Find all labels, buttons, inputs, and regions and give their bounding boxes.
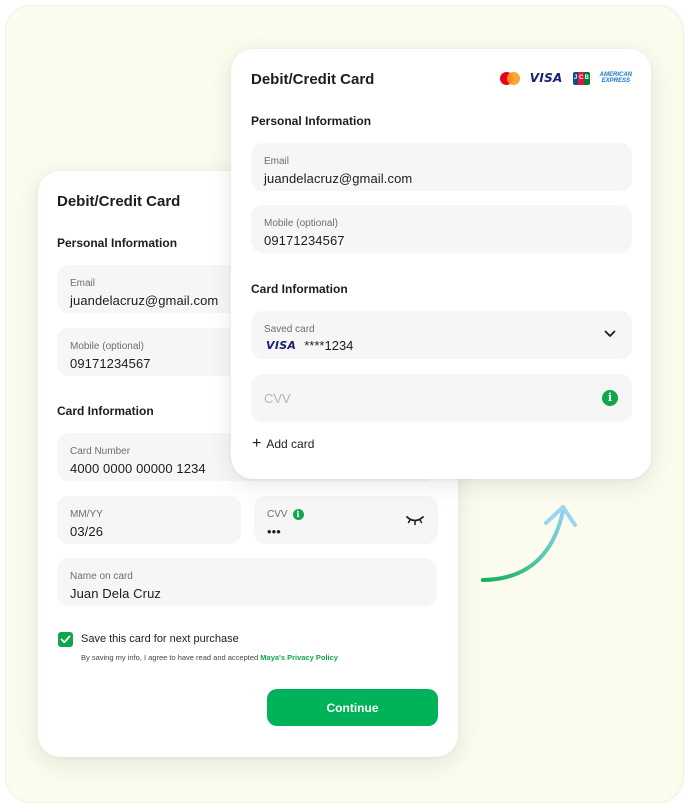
saved-card-select[interactable]: Saved card VISA ****1234 — [251, 311, 632, 359]
expiry-label: MM/YY — [70, 509, 103, 520]
cvv-label-row: CVV i — [267, 509, 304, 520]
add-card-label: Add card — [266, 437, 315, 451]
mobile-label: Mobile (optional) — [70, 341, 144, 352]
name-on-card-label: Name on card — [70, 571, 133, 582]
checkmark-icon — [60, 635, 71, 644]
card-number-value: 4000 0000 00000 1234 — [70, 461, 206, 476]
cvv-label: CVV — [267, 509, 288, 520]
accepted-brands: VISA J C B AMERICAN EXPRESS — [499, 71, 632, 85]
mastercard-icon — [499, 71, 520, 85]
expiry-value: 03/26 — [70, 524, 104, 539]
cvv-value: ••• — [267, 524, 281, 539]
email-value: juandelacruz@gmail.com — [70, 293, 219, 308]
visa-icon: VISA — [266, 339, 297, 352]
info-icon[interactable]: i — [292, 509, 304, 520]
jcb-letter-b: B — [584, 71, 590, 85]
save-card-label: Save this card for next purchase — [81, 633, 239, 645]
cvv-placeholder: CVV — [264, 391, 291, 406]
curved-arrow-icon — [481, 505, 577, 582]
personal-info-heading: Personal Information — [57, 236, 178, 250]
card-info-heading: Card Information — [57, 404, 154, 418]
amex-line-2: EXPRESS — [601, 78, 630, 84]
amex-icon: AMERICAN EXPRESS — [600, 72, 632, 84]
expiry-field[interactable]: MM/YY 03/26 — [57, 496, 241, 544]
card-info-heading: Card Information — [251, 282, 348, 296]
add-card-button[interactable]: + Add card — [252, 435, 315, 452]
saved-card-label: Saved card — [264, 324, 315, 335]
chevron-down-icon[interactable] — [604, 330, 616, 338]
consent-text: By saving my info, I agree to have read … — [81, 653, 338, 662]
card-title: Debit/Credit Card — [251, 71, 375, 88]
email-value: juandelacruz@gmail.com — [264, 171, 413, 186]
privacy-policy-link[interactable]: Maya's Privacy Policy — [260, 653, 338, 662]
saved-card-number: ****1234 — [304, 338, 354, 353]
save-card-checkbox[interactable] — [58, 632, 73, 647]
visa-icon: VISA — [529, 71, 563, 85]
mobile-value: 09171234567 — [264, 233, 345, 248]
card-number-label: Card Number — [70, 446, 131, 457]
info-icon[interactable]: i — [602, 390, 618, 406]
email-field[interactable]: Email juandelacruz@gmail.com — [251, 143, 632, 191]
front-card-form: Debit/Credit Card VISA J C B AMERICAN EX… — [231, 49, 651, 479]
jcb-icon: J C B — [572, 71, 590, 85]
card-title: Debit/Credit Card — [57, 193, 181, 210]
mobile-value: 09171234567 — [70, 356, 151, 371]
cvv-field[interactable]: CVV i ••• — [254, 496, 438, 544]
email-label: Email — [264, 156, 290, 167]
name-on-card-value: Juan Dela Cruz — [70, 586, 161, 601]
mobile-label: Mobile (optional) — [264, 218, 338, 229]
cvv-input[interactable]: CVV i — [251, 374, 632, 422]
mobile-field[interactable]: Mobile (optional) 09171234567 — [251, 205, 632, 253]
saved-card-row: VISA ****1234 — [266, 338, 353, 353]
eye-closed-icon[interactable] — [406, 514, 424, 526]
email-label: Email — [70, 278, 96, 289]
plus-icon: + — [252, 435, 262, 452]
name-on-card-field[interactable]: Name on card Juan Dela Cruz — [57, 558, 437, 606]
personal-info-heading: Personal Information — [251, 114, 372, 128]
consent-prefix: By saving my info, I agree to have read … — [81, 653, 261, 662]
continue-button[interactable]: Continue — [267, 689, 438, 726]
